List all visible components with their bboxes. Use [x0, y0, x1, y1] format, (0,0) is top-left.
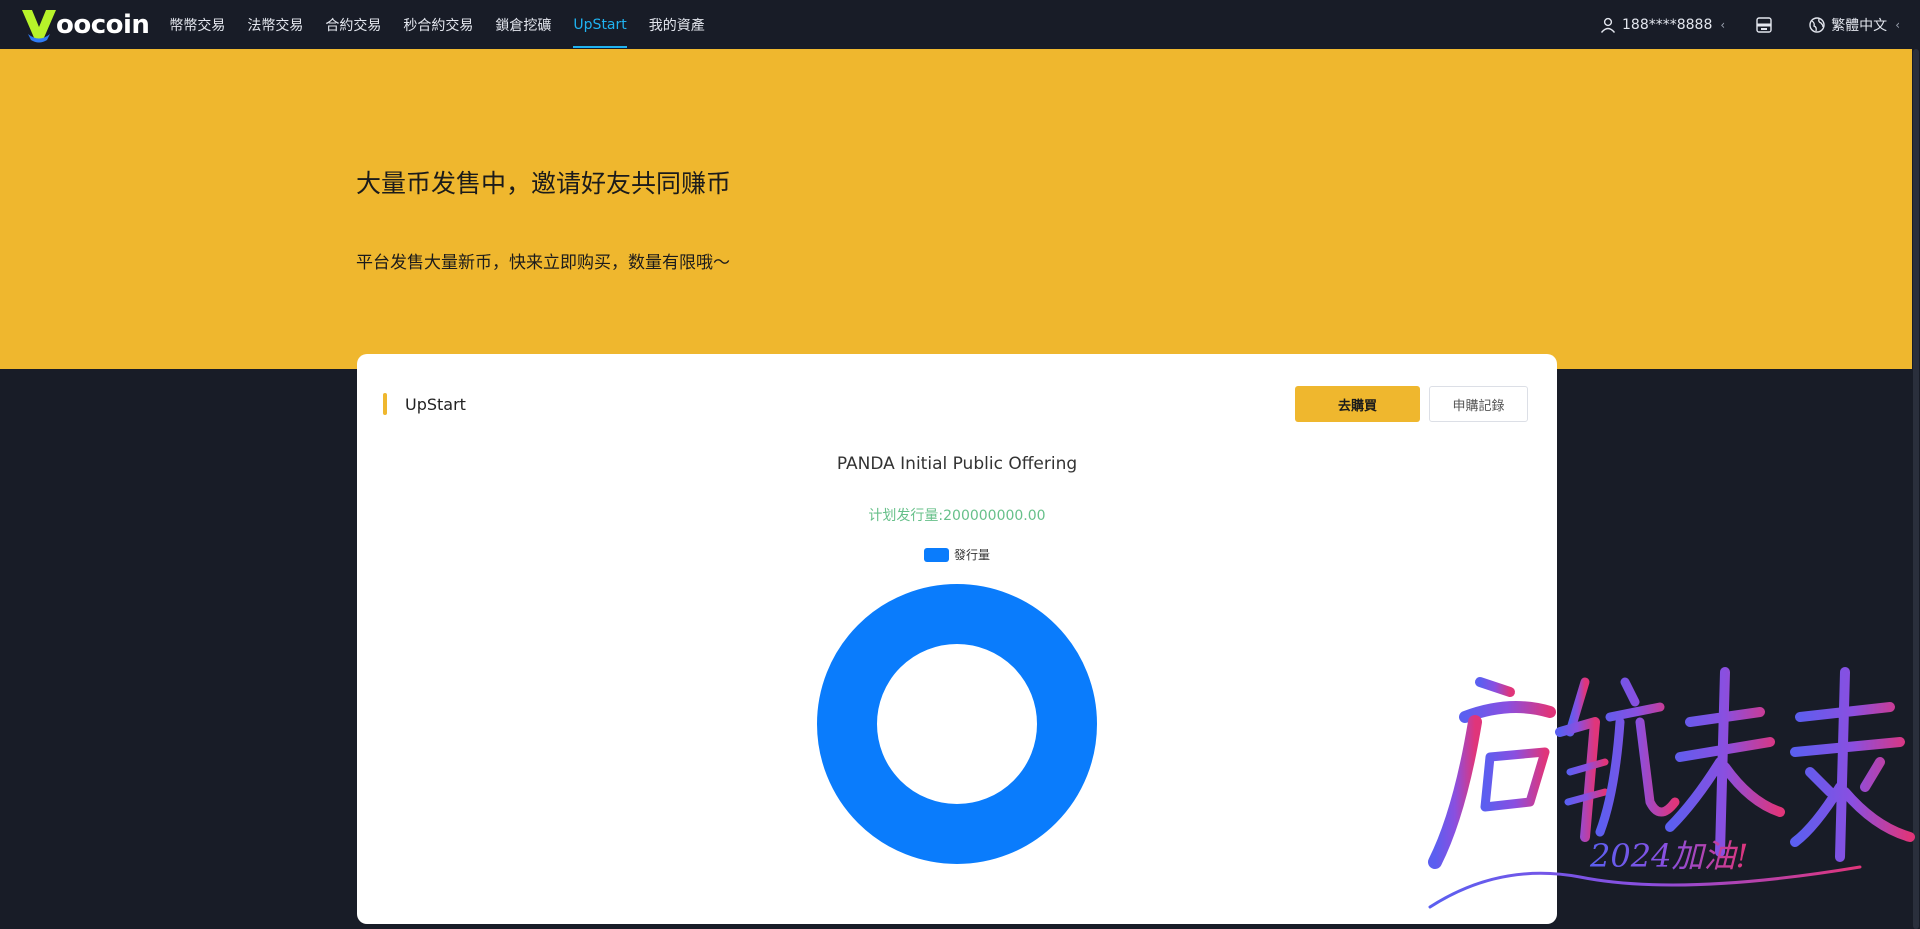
- watermark-subtext: 2024加油!: [1589, 837, 1748, 875]
- chevron-left-icon: ‹: [1720, 17, 1726, 32]
- nav-item-1[interactable]: 法幣交易: [247, 0, 303, 49]
- logo-mark-icon: [22, 9, 56, 42]
- purchase-records-button[interactable]: 申購記錄: [1429, 386, 1528, 422]
- donut-slice-0[interactable]: [817, 584, 1097, 864]
- accent-bar: [383, 393, 387, 415]
- chart-legend: 發行量: [357, 546, 1557, 563]
- nav-menu: 幣幣交易 法幣交易 合約交易 秒合約交易 鎖倉挖礦 UpStart 我的資產: [169, 0, 726, 49]
- language-selector[interactable]: 繁體中文 ‹: [1809, 15, 1900, 35]
- banner-subtitle: 平台发售大量新币，快来立即购买，数量有限哦～: [356, 253, 730, 273]
- scrollbar-thumb[interactable]: [1913, 49, 1919, 929]
- nav-item-4[interactable]: 鎖倉挖礦: [495, 0, 551, 49]
- user-icon: [1600, 17, 1616, 33]
- language-label: 繁體中文: [1831, 17, 1888, 34]
- hero-banner: 大量币发售中，邀请好友共同赚币 平台发售大量新币，快来立即购买，数量有限哦～: [0, 49, 1912, 369]
- chevron-left-icon: ‹: [1895, 17, 1900, 32]
- banner-title: 大量币发售中，邀请好友共同赚币: [356, 169, 732, 198]
- page-scrollbar[interactable]: [1912, 49, 1920, 929]
- chart-subtitle: 计划发行量:200000000.00: [868, 508, 1046, 524]
- nav-right: 188****8888 ‹ 繁體中文 ‹: [1570, 0, 1900, 49]
- user-menu[interactable]: 188****8888 ‹: [1600, 17, 1725, 33]
- globe-icon: [1809, 16, 1825, 33]
- nav-item-6[interactable]: 我的資產: [649, 0, 705, 49]
- buy-button[interactable]: 去購買: [1295, 386, 1420, 422]
- upstart-card: UpStart 去購買 申購記錄 PANDA Initial Public Of…: [357, 354, 1557, 924]
- nav-item-2[interactable]: 合約交易: [325, 0, 381, 49]
- logo-text: oocoin: [56, 9, 150, 40]
- legend-label: 發行量: [953, 548, 990, 562]
- download-icon: [1756, 16, 1772, 33]
- download-button[interactable]: [1755, 16, 1779, 33]
- donut-chart: [817, 584, 1097, 864]
- card-header: UpStart: [383, 392, 466, 416]
- user-account: 188****8888: [1622, 16, 1713, 33]
- chart-title: PANDA Initial Public Offering: [836, 454, 1078, 474]
- nav-item-5[interactable]: UpStart: [573, 0, 628, 49]
- nav-item-0[interactable]: 幣幣交易: [169, 0, 225, 49]
- logo[interactable]: oocoin: [20, 0, 150, 49]
- nav-item-3[interactable]: 秒合約交易: [403, 0, 473, 49]
- legend-swatch[interactable]: [923, 547, 949, 562]
- card-title: UpStart: [405, 394, 466, 414]
- top-nav: oocoin 幣幣交易 法幣交易 合約交易 秒合約交易 鎖倉挖礦 UpStart 我的資產 …: [0, 0, 1920, 50]
